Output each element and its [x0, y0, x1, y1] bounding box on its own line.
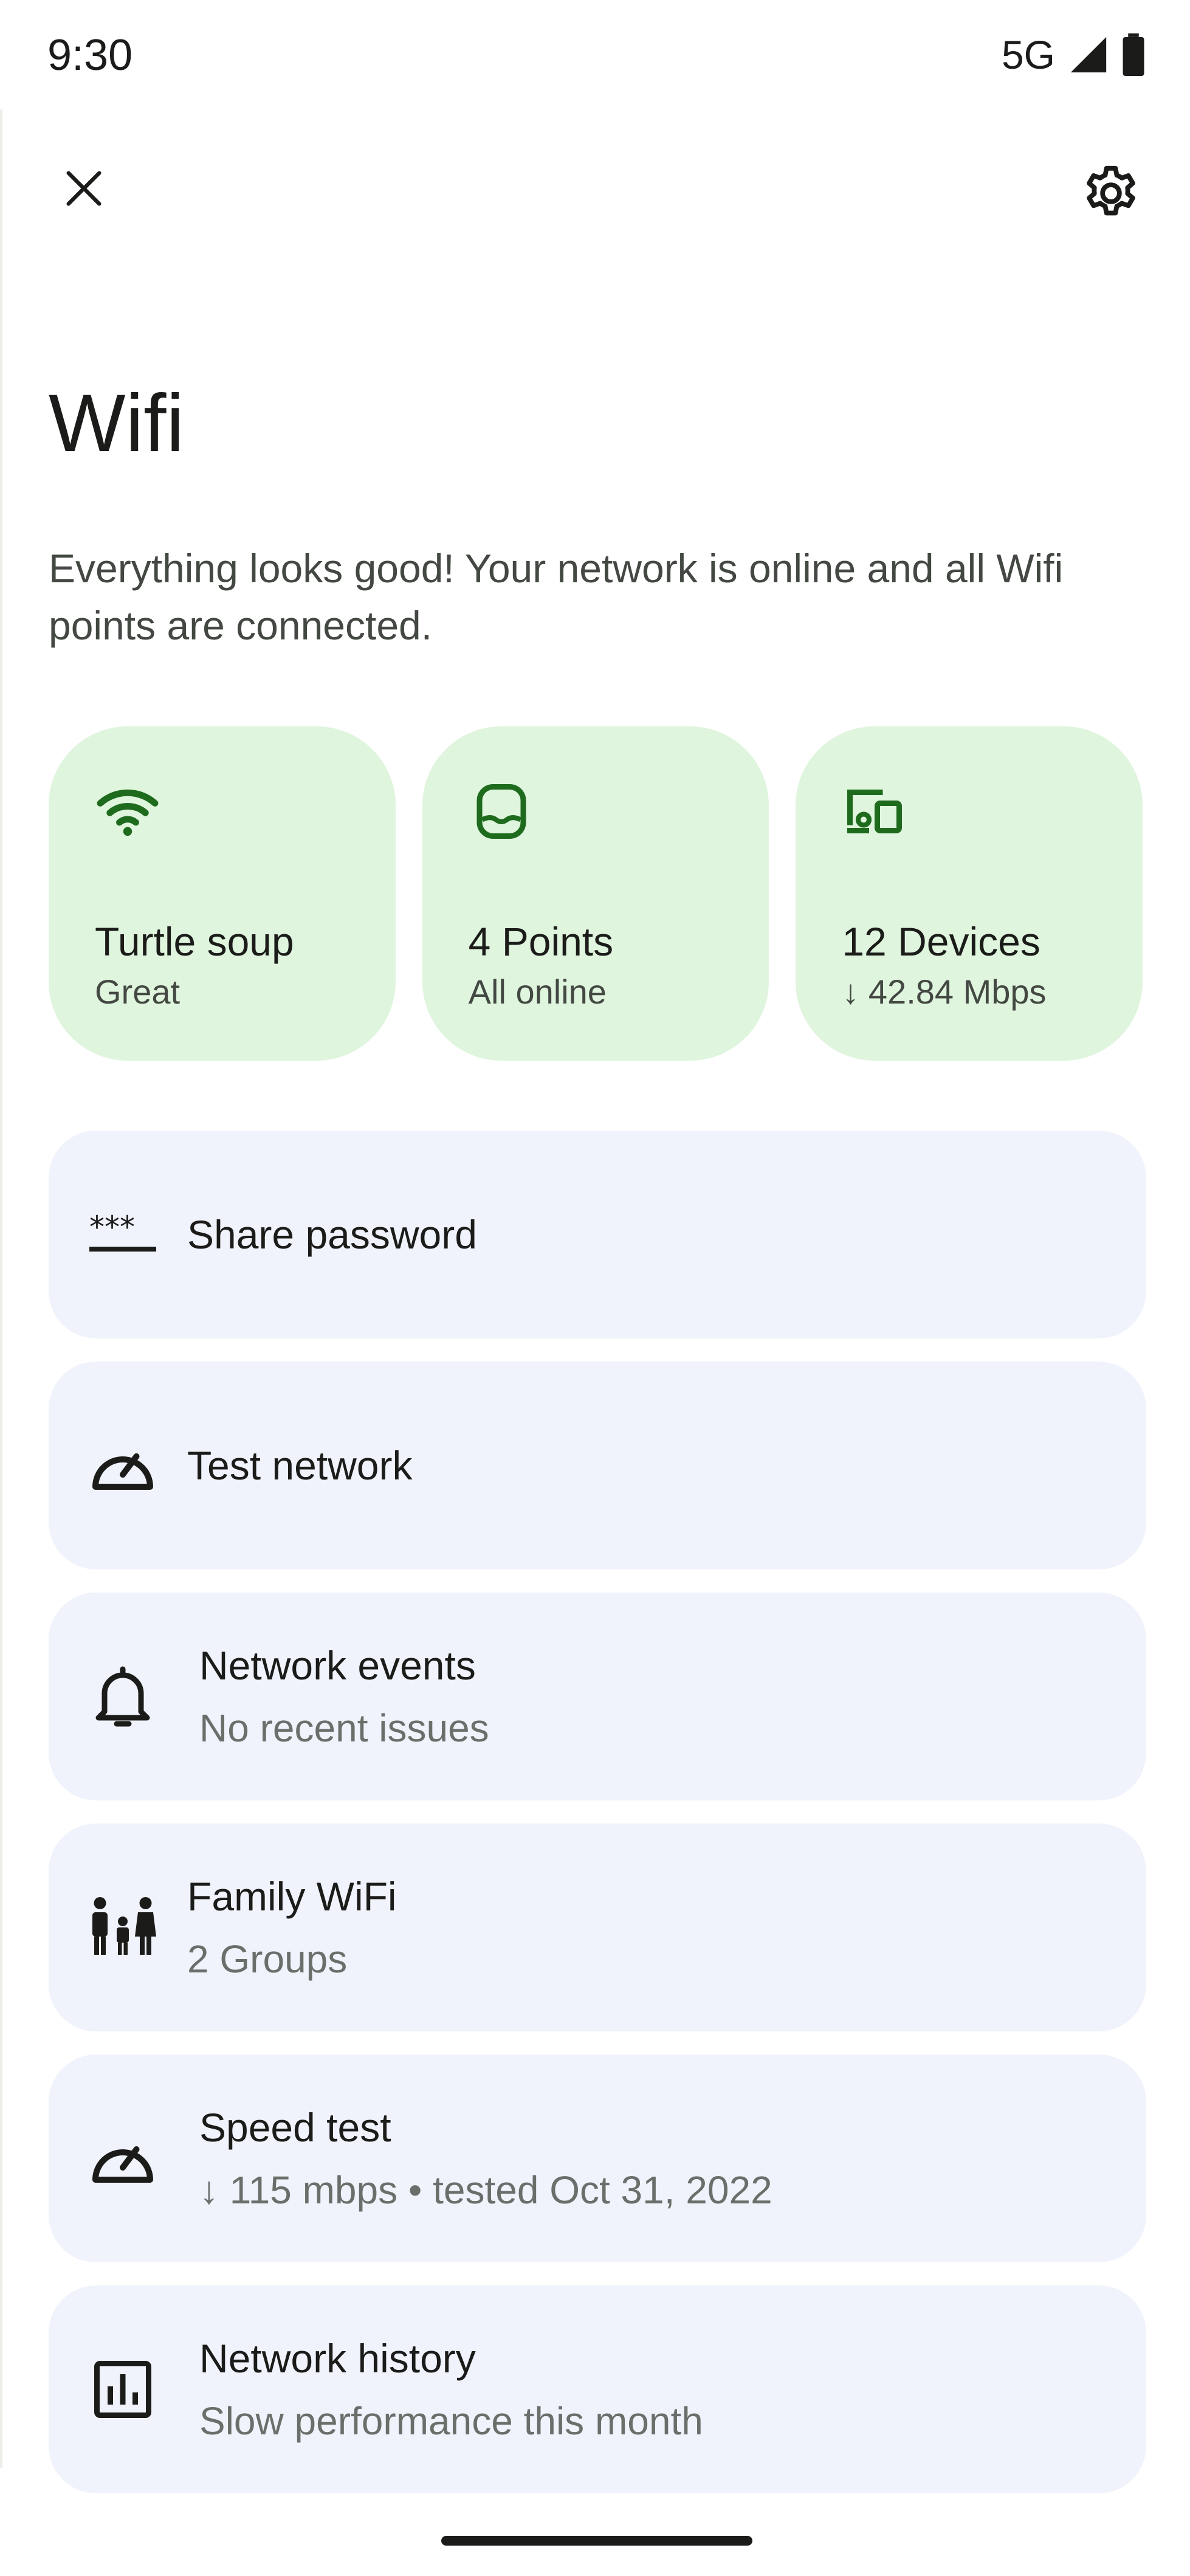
speed-test-card[interactable]: Speed test ↓ 115 mbps • tested Oct 31, 2…	[49, 2054, 1146, 2262]
screen-edge-divider	[0, 109, 2, 2468]
card-title: Network events	[199, 1643, 476, 1688]
card-text: Test network	[187, 1362, 412, 1569]
card-text: Family WiFi 2 Groups	[187, 1824, 397, 2031]
tile-subtitle: Great	[95, 973, 181, 1011]
bar-chart-icon	[94, 2361, 151, 2418]
gear-icon	[1087, 165, 1135, 216]
svg-text:***: ***	[89, 1210, 135, 1245]
card-title: Share password	[187, 1212, 477, 1257]
close-icon	[66, 171, 101, 206]
share-password-card[interactable]: *** Share password	[49, 1131, 1146, 1338]
wifi-icon	[97, 789, 159, 836]
speedometer-icon	[92, 2146, 153, 2183]
signal-icon	[1070, 36, 1107, 73]
card-title: Family WiFi	[187, 1874, 397, 1919]
family-wifi-card[interactable]: Family WiFi 2 Groups	[49, 1824, 1146, 2031]
network-type: 5G	[1001, 32, 1055, 77]
card-text: Network events No recent issues	[199, 1593, 489, 1800]
card-subtitle: No recent issues	[199, 1706, 489, 1750]
gesture-nav-handle[interactable]	[441, 2536, 752, 2546]
card-text: Network history Slow performance this mo…	[199, 2285, 703, 2493]
tile-subtitle: All online	[468, 973, 607, 1011]
tile-subtitle: ↓ 42.84 Mbps	[842, 973, 1047, 1011]
card-title: Network history	[199, 2336, 476, 2381]
card-text: Share password	[187, 1131, 477, 1338]
status-indicators: 5G	[1002, 32, 1145, 78]
network-events-card[interactable]: Network events No recent issues	[49, 1593, 1146, 1800]
status-bar: 9:30 5G	[0, 0, 1190, 109]
battery-icon	[1123, 33, 1144, 76]
card-subtitle: Slow performance this month	[199, 2399, 703, 2443]
tile-title: Turtle soup	[95, 919, 294, 964]
wifi-screen: 9:30 5G Wifi Everything looks good! Your…	[0, 0, 1190, 2576]
settings-button[interactable]	[1076, 158, 1146, 229]
wifi-point-icon	[476, 784, 526, 839]
bell-icon	[95, 1666, 150, 1727]
network-history-card[interactable]: Network history Slow performance this mo…	[49, 2285, 1146, 2493]
devices-icon	[847, 790, 903, 833]
test-network-card[interactable]: Test network	[49, 1362, 1146, 1569]
network-tile[interactable]: Turtle soup Great	[49, 726, 396, 1061]
network-status-description: Everything looks good! Your network is o…	[49, 546, 1064, 648]
points-tile[interactable]: 4 Points All online	[422, 726, 769, 1061]
speedometer-icon	[92, 1453, 153, 1490]
tile-title: 4 Points	[468, 919, 614, 964]
close-button[interactable]	[53, 158, 114, 219]
status-time: 9:30	[47, 31, 133, 80]
page-title: Wifi	[49, 378, 185, 469]
card-title: Speed test	[199, 2105, 391, 2150]
tile-title: 12 Devices	[842, 919, 1040, 964]
card-title: Test network	[187, 1443, 413, 1488]
password-icon: ***	[89, 1210, 156, 1252]
devices-tile[interactable]: 12 Devices ↓ 42.84 Mbps	[796, 726, 1143, 1061]
card-subtitle: 2 Groups	[187, 1937, 348, 1981]
card-text: Speed test ↓ 115 mbps • tested Oct 31, 2…	[199, 2054, 772, 2262]
summary-tiles: Turtle soup Great 4 Points All online 12…	[49, 726, 1143, 1061]
card-subtitle: ↓ 115 mbps • tested Oct 31, 2022	[199, 2168, 772, 2212]
family-icon	[92, 1897, 156, 1955]
